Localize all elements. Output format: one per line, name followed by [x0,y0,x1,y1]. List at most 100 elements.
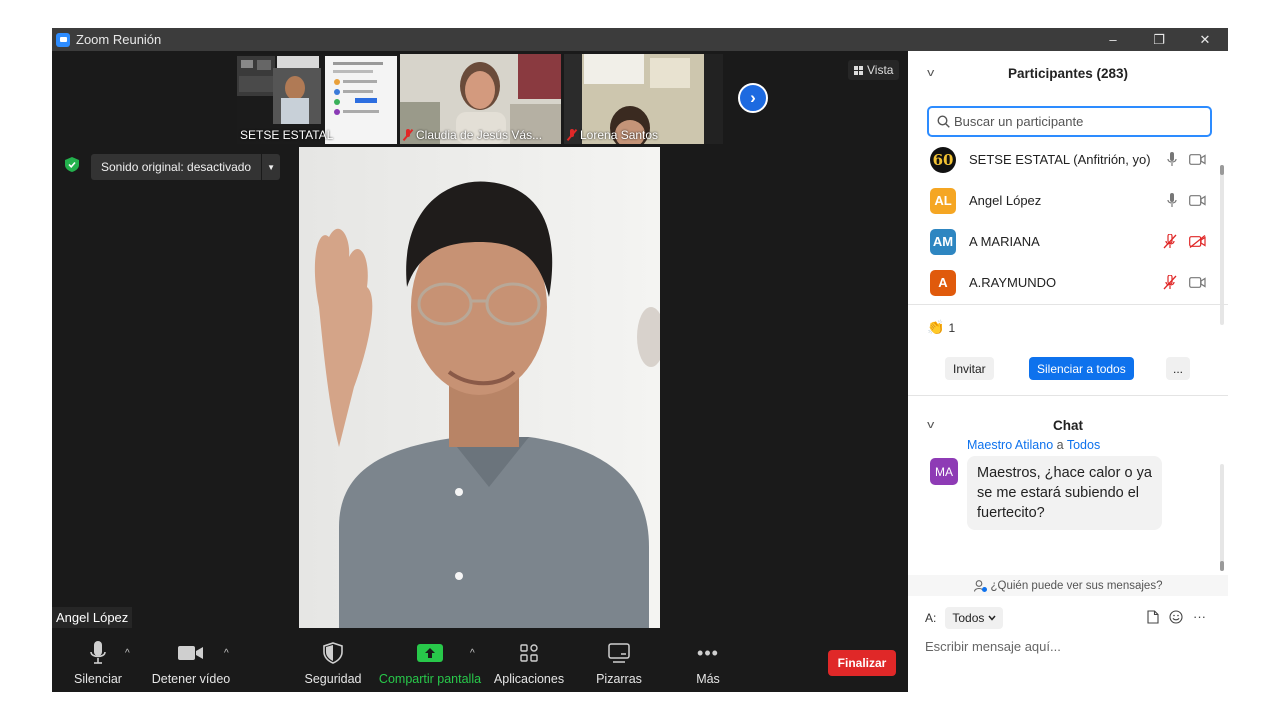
zoom-logo-icon [56,32,70,47]
security-button[interactable]: Seguridad [304,638,362,692]
chat-message-meta: Maestro Atilano a Todos [967,438,1100,452]
avatar: AL [930,187,956,214]
audio-options-chevron-icon[interactable]: ^ [125,648,130,659]
emoji-icon[interactable] [1169,609,1183,624]
end-meeting-button[interactable]: Finalizar [828,650,896,676]
speaker-name-label: Angel López [52,607,133,628]
search-icon [937,115,950,128]
chevron-down-icon[interactable]: v [927,67,934,79]
participant-row[interactable]: 60 SETSE ESTATAL (Anfitrión, yo) [908,139,1228,180]
title-bar: Zoom Reunión – ❐ ✕ [52,28,1228,51]
meeting-area: SETSE ESTATAL Claudia de Jesús Vás... Lo… [52,51,908,692]
divider [908,395,1228,396]
chevron-down-icon [988,615,996,621]
whiteboards-button[interactable]: Pizarras [592,638,646,692]
participants-title: Participantes (283) [1007,65,1129,81]
mic-muted-icon[interactable] [1163,275,1177,290]
participant-row[interactable]: AL Angel López [908,180,1228,221]
original-sound-label: Sonido original: desactivado [91,154,263,180]
minimize-button[interactable]: – [1090,28,1136,51]
participant-name: A.RAYMUNDO [969,275,1057,290]
mute-button[interactable]: Silenciar [70,638,126,692]
recipient-selector-row: A: Todos [925,607,1004,629]
security-shield-icon [323,640,343,666]
avatar: AM [930,228,956,255]
chat-tools: ··· [1147,609,1206,624]
share-options-chevron-icon[interactable]: ^ [470,648,475,659]
chat-header: v Chat [908,409,1228,441]
apps-icon [520,640,538,666]
thumbnail-name: SETSE ESTATAL [240,128,334,142]
mute-all-button[interactable]: Silenciar a todos [1029,357,1134,380]
more-options-icon[interactable]: ··· [1193,609,1206,624]
close-button[interactable]: ✕ [1182,28,1228,51]
mic-muted-icon[interactable] [1163,234,1177,249]
chat-sender[interactable]: Maestro Atilano [967,438,1053,452]
original-sound-toggle[interactable]: Sonido original: desactivado ▼ [91,154,281,180]
microphone-icon[interactable] [1167,152,1177,167]
user-visibility-icon [973,579,987,592]
mic-muted-icon [567,129,577,141]
whiteboard-icon [608,640,630,666]
video-camera-icon[interactable] [1189,154,1206,165]
participant-search[interactable] [927,106,1212,137]
participant-list: 60 SETSE ESTATAL (Anfitrión, yo) AL Ange… [908,139,1228,303]
restore-button[interactable]: ❐ [1136,28,1182,51]
invite-button[interactable]: Invitar [945,357,994,380]
video-options-chevron-icon[interactable]: ^ [224,648,229,659]
recipient-dropdown[interactable]: Todos [945,607,1004,629]
grid-view-icon [854,65,863,75]
participant-row[interactable]: A A.RAYMUNDO [908,262,1228,303]
meeting-toolbar: Silenciar ^ Detener vídeo ^ Seguridad Co… [52,638,908,692]
window-controls: – ❐ ✕ [1090,28,1228,51]
participant-list-scrollbar[interactable] [1220,165,1224,325]
chat-recipient[interactable]: Todos [1067,438,1100,452]
to-label: A: [925,611,937,625]
file-icon[interactable] [1147,609,1159,624]
microphone-icon [90,640,106,666]
microphone-icon[interactable] [1167,193,1177,208]
video-camera-icon [178,640,204,666]
next-page-button[interactable]: › [738,83,768,113]
thumbnail-video[interactable]: SETSE ESTATAL [237,54,397,144]
participant-name: Angel López [969,193,1042,208]
video-camera-icon[interactable] [1189,277,1206,288]
chat-message-input[interactable] [925,639,1205,654]
chat-title: Chat [1053,417,1083,433]
zoom-window: Zoom Reunión – ❐ ✕ SETSE ESTATAL Claudia… [52,28,1228,692]
divider [908,304,1228,305]
thumbnail-name: Lorena Santos [567,128,658,142]
clapping-hands-icon: 👏 [927,319,945,335]
more-dots-icon: ••• [697,642,719,663]
thumbnail-name: Claudia de Jesús Vás... [403,128,542,142]
avatar: 60 [930,146,956,173]
thumbnail-video[interactable]: Lorena Santos [564,54,723,144]
stop-video-button[interactable]: Detener vídeo [152,638,230,692]
participants-header: v Participantes (283) [908,51,1228,95]
chat-scrollbar[interactable] [1220,464,1224,571]
participant-name: SETSE ESTATAL (Anfitrión, yo) [969,152,1151,167]
share-screen-icon [417,640,443,666]
more-options-button[interactable]: ... [1166,357,1190,380]
more-button[interactable]: ••• Más [688,638,728,692]
thumbnail-video[interactable]: Claudia de Jesús Vás... [400,54,561,144]
mic-muted-icon [403,129,413,141]
chevron-down-icon[interactable]: ▼ [262,154,280,180]
encryption-shield-icon[interactable] [65,157,79,172]
participant-name: A MARIANA [969,234,1040,249]
avatar: A [930,269,956,296]
share-screen-button[interactable]: Compartir pantalla [378,638,482,692]
who-can-see-messages-link[interactable]: ¿Quién puede ver sus mensajes? [908,575,1228,596]
side-panel: v Participantes (283) 60 SETSE ESTATAL (… [908,51,1228,692]
chevron-down-icon[interactable]: v [927,419,934,431]
video-off-icon[interactable] [1189,235,1206,248]
chat-connector: a [1056,438,1064,452]
video-camera-icon[interactable] [1189,195,1206,206]
apps-button[interactable]: Aplicaciones [492,638,566,692]
window-title: Zoom Reunión [76,32,162,47]
participant-row[interactable]: AM A MARIANA [908,221,1228,262]
raised-hands-count: 👏 1 [927,319,956,335]
chat-message-bubble: Maestros, ¿hace calor o ya se me estará … [967,456,1162,530]
search-input[interactable] [954,114,1194,129]
view-button[interactable]: Vista [848,60,900,80]
